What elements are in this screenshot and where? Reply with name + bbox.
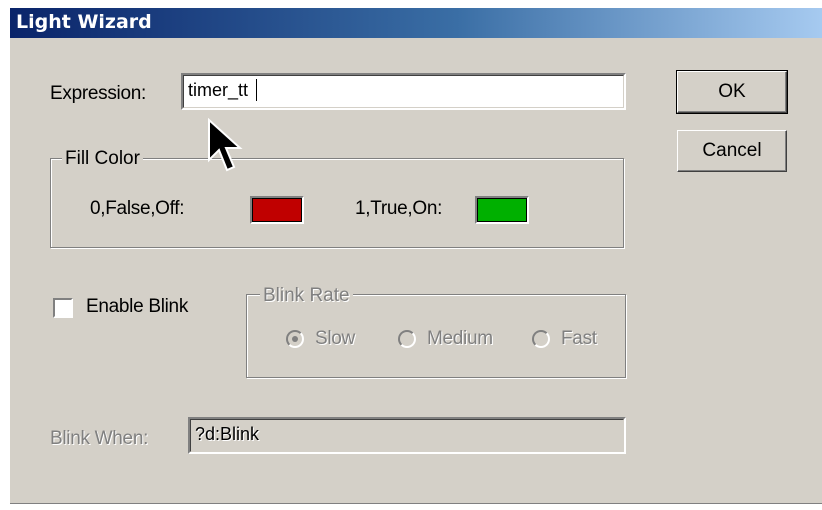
- blink-when-input[interactable]: ?d:Blink: [188, 417, 626, 454]
- false-color-fill: [252, 198, 302, 222]
- true-color-label: 1,True,On:: [355, 198, 443, 219]
- enable-blink-label[interactable]: Enable Blink: [86, 296, 188, 318]
- expression-input[interactable]: timer_tt: [181, 73, 626, 110]
- false-color-label: 0,False,Off:: [90, 198, 185, 219]
- blink-rate-medium-radio[interactable]: [398, 330, 416, 348]
- false-color-swatch[interactable]: [250, 196, 304, 224]
- blink-rate-legend: Blink Rate: [260, 285, 353, 307]
- radio-selected-dot: [292, 336, 298, 342]
- ok-button-label: OK: [718, 81, 746, 102]
- title-bar[interactable]: Light Wizard: [10, 8, 822, 38]
- blink-rate-medium-label[interactable]: Medium: [427, 328, 493, 350]
- blink-rate-slow-radio[interactable]: [286, 330, 304, 348]
- cancel-button[interactable]: Cancel: [677, 130, 787, 172]
- arrow-cursor-icon: [208, 118, 243, 172]
- expression-value: timer_tt: [188, 80, 249, 100]
- light-wizard-dialog: Light Wizard Expression: timer_tt OK Can…: [10, 8, 822, 504]
- blink-rate-fast-radio[interactable]: [532, 330, 550, 348]
- fill-color-legend: Fill Color: [62, 148, 143, 170]
- blink-rate-slow-label[interactable]: Slow: [315, 328, 355, 350]
- blink-when-value: ?d:Blink: [195, 424, 260, 444]
- window-title: Light Wizard: [16, 11, 152, 33]
- true-color-fill: [477, 198, 527, 222]
- enable-blink-checkbox[interactable]: [53, 298, 73, 318]
- ok-button[interactable]: OK: [676, 70, 788, 114]
- blink-when-label: Blink When:: [50, 428, 149, 449]
- true-color-swatch[interactable]: [475, 196, 529, 224]
- expression-label: Expression:: [50, 83, 146, 104]
- blink-rate-fast-label[interactable]: Fast: [561, 328, 597, 350]
- text-caret: [256, 79, 257, 101]
- cancel-button-label: Cancel: [702, 140, 762, 161]
